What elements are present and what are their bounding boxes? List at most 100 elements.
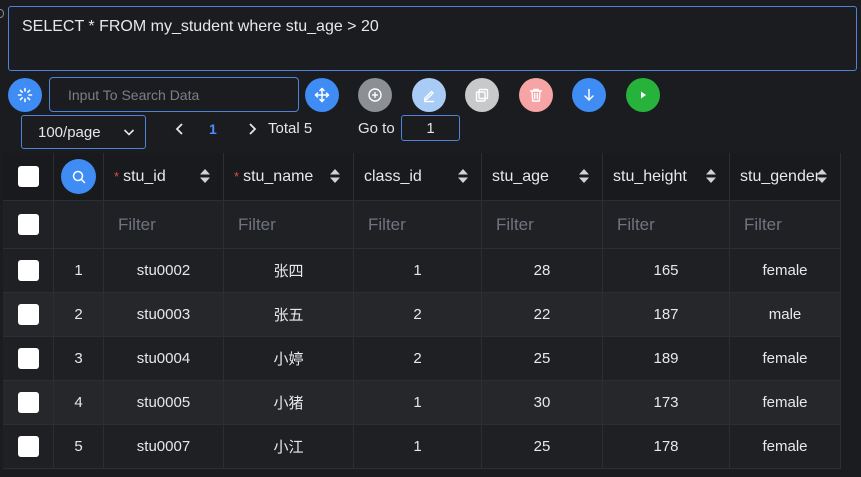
add-row-button[interactable]	[358, 78, 392, 112]
table-header-row: * stu_id * stu_name class_id stu_age stu_heigh…	[3, 153, 841, 201]
filter-input-stu-height[interactable]: Filter	[603, 201, 730, 249]
table-row[interactable]: 3 stu0004 小婷 2 25 189 female	[3, 337, 841, 381]
cell-stu-gender[interactable]: female	[730, 249, 841, 293]
cell-stu-id[interactable]: stu0005	[104, 381, 224, 425]
sort-icon[interactable]	[705, 167, 717, 185]
cell-class-id[interactable]: 1	[354, 425, 482, 469]
plus-circle-icon	[368, 88, 382, 102]
row-checkbox[interactable]	[17, 348, 39, 369]
chevron-down-icon	[123, 129, 135, 136]
cell-stu-name[interactable]: 张五	[224, 293, 354, 337]
sort-icon[interactable]	[816, 167, 828, 185]
filter-input-class-id[interactable]: Filter	[354, 201, 482, 249]
cell-stu-height[interactable]: 178	[603, 425, 730, 469]
column-header-label: stu_height	[613, 167, 687, 185]
page-number-current[interactable]: 1	[209, 121, 217, 137]
cell-class-id[interactable]: 2	[354, 337, 482, 381]
filter-input-stu-id[interactable]: Filter	[104, 201, 224, 249]
cell-stu-gender[interactable]: female	[730, 381, 841, 425]
cell-stu-name[interactable]: 张四	[224, 249, 354, 293]
column-header-stu-height[interactable]: stu_height	[603, 153, 730, 201]
cell-stu-gender[interactable]: male	[730, 293, 841, 337]
row-checkbox[interactable]	[17, 260, 39, 281]
cell-stu-gender[interactable]: female	[730, 337, 841, 381]
sql-editor[interactable]: SELECT * FROM my_student where stu_age >…	[8, 6, 857, 71]
column-header-label: stu_id	[123, 167, 166, 185]
header-select-all-cell	[3, 153, 54, 201]
pagination: 100/page 1 Total 5 Go to	[0, 114, 861, 152]
cell-stu-id[interactable]: stu0004	[104, 337, 224, 381]
page-size-value: 100/page	[38, 123, 101, 141]
edit-icon	[423, 90, 434, 103]
table-row[interactable]: 1 stu0002 张四 1 28 165 female	[3, 249, 841, 293]
sort-icon[interactable]	[329, 167, 341, 185]
move-button[interactable]	[305, 78, 339, 112]
cell-stu-gender[interactable]: female	[730, 425, 841, 469]
column-header-stu-gender[interactable]: stu_gender	[730, 153, 841, 201]
cell-stu-id[interactable]: stu0003	[104, 293, 224, 337]
cell-stu-age[interactable]: 28	[482, 249, 603, 293]
run-button[interactable]	[626, 78, 660, 112]
row-index: 4	[54, 381, 104, 425]
goto-page-input[interactable]	[401, 115, 460, 141]
cell-stu-height[interactable]: 165	[603, 249, 730, 293]
page-size-select[interactable]: 100/page	[21, 115, 146, 149]
refresh-button[interactable]	[8, 78, 42, 112]
cell-stu-age[interactable]: 30	[482, 381, 603, 425]
column-header-stu-id[interactable]: * stu_id	[104, 153, 224, 201]
cell-stu-name[interactable]: 小江	[224, 425, 354, 469]
cell-stu-age[interactable]: 22	[482, 293, 603, 337]
filter-input-stu-age[interactable]: Filter	[482, 201, 603, 249]
cell-stu-id[interactable]: stu0002	[104, 249, 224, 293]
row-index: 2	[54, 293, 104, 337]
sort-icon[interactable]	[199, 167, 211, 185]
cell-stu-age[interactable]: 25	[482, 425, 603, 469]
cell-stu-height[interactable]: 173	[603, 381, 730, 425]
column-header-class-id[interactable]: class_id	[354, 153, 482, 201]
filter-input-stu-gender[interactable]: Filter	[730, 201, 841, 249]
copy-button[interactable]	[465, 78, 499, 112]
download-button[interactable]	[572, 78, 606, 112]
column-header-stu-name[interactable]: * stu_name	[224, 153, 354, 201]
row-checkbox[interactable]	[17, 392, 39, 413]
goto-label: Go to	[358, 120, 395, 137]
next-page-icon[interactable]	[244, 119, 260, 139]
cell-stu-height[interactable]: 189	[603, 337, 730, 381]
edit-button[interactable]	[412, 78, 446, 112]
select-all-checkbox[interactable]	[17, 166, 39, 187]
arrow-down-icon	[584, 88, 594, 101]
filter-row: Filter Filter Filter Filter Filter Filter	[3, 201, 841, 249]
total-count: Total 5	[268, 120, 313, 137]
table-row[interactable]: 2 stu0003 张五 2 22 187 male	[3, 293, 841, 337]
column-header-label: stu_name	[243, 167, 314, 185]
table-row[interactable]: 5 stu0007 小江 1 25 178 female	[3, 425, 841, 469]
sql-query-text: SELECT * FROM my_student where stu_age >…	[22, 18, 379, 35]
row-checkbox[interactable]	[17, 436, 39, 457]
cell-stu-name[interactable]: 小婷	[224, 337, 354, 381]
cell-class-id[interactable]: 2	[354, 293, 482, 337]
table-row[interactable]: 4 stu0005 小猪 1 30 173 female	[3, 381, 841, 425]
filter-input-stu-name[interactable]: Filter	[224, 201, 354, 249]
row-checkbox[interactable]	[17, 304, 39, 325]
row-index: 3	[54, 337, 104, 381]
filter-select-cell	[3, 201, 54, 249]
sort-icon[interactable]	[457, 167, 469, 185]
cell-class-id[interactable]: 1	[354, 249, 482, 293]
search-icon	[72, 170, 85, 183]
cell-stu-name[interactable]: 小猪	[224, 381, 354, 425]
column-search-button[interactable]	[61, 159, 96, 194]
cell-class-id[interactable]: 1	[354, 381, 482, 425]
cell-stu-age[interactable]: 25	[482, 337, 603, 381]
cell-stu-height[interactable]: 187	[603, 293, 730, 337]
row-select-cell	[3, 293, 54, 337]
copy-icon	[475, 88, 489, 102]
data-table: * stu_id * stu_name class_id stu_age stu_heigh…	[3, 153, 841, 469]
play-icon	[641, 91, 646, 99]
cell-stu-id[interactable]: stu0007	[104, 425, 224, 469]
search-input[interactable]	[49, 77, 299, 112]
filter-row-checkbox[interactable]	[17, 214, 39, 235]
column-header-stu-age[interactable]: stu_age	[482, 153, 603, 201]
prev-page-icon[interactable]	[172, 119, 188, 139]
delete-button[interactable]	[519, 78, 553, 112]
sort-icon[interactable]	[578, 167, 590, 185]
